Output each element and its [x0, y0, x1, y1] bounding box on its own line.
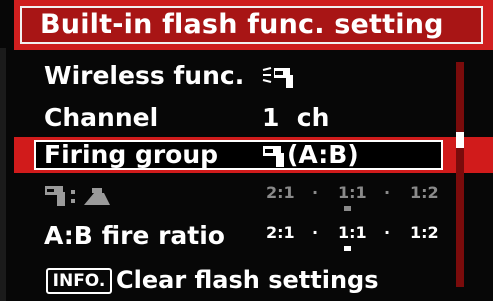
menu-item-firing-group[interactable]: Firing group (A:B) [0, 137, 493, 173]
menu-item-ab-ratio[interactable]: A:B fire ratio 2:1 · 1:1 · 1:2 [0, 218, 493, 254]
ab-ratio-left: 2:1 [266, 223, 295, 242]
camera-menu-screen: Built-in flash func. setting Wireless fu… [0, 0, 493, 301]
firing-group-label: Firing group [44, 140, 219, 169]
ab-ratio-mid: 1:1 [338, 223, 367, 242]
wireless-label: Wireless func. [44, 61, 245, 90]
scrollbar-thumb[interactable] [456, 132, 464, 148]
builtin-ratio-dot-1: · [312, 183, 319, 202]
channel-label: Channel [44, 103, 159, 132]
ab-ratio-scale[interactable]: 2:1 · 1:1 · 1:2 [262, 224, 442, 254]
builtin-ratio-right: 1:2 [410, 183, 439, 202]
builtin-ratio-marker [344, 206, 351, 211]
ab-ratio-label: A:B fire ratio [44, 221, 225, 250]
builtin-ratio-dot-2: · [384, 183, 391, 202]
channel-value: 1 ch [262, 103, 330, 132]
info-button[interactable]: INFO. [46, 268, 112, 294]
builtin-ratio-scale: 2:1 · 1:1 · 1:2 [262, 184, 442, 214]
info-hint-text: Clear flash settings [116, 266, 379, 294]
menu-item-wireless[interactable]: Wireless func. [0, 58, 493, 94]
wireless-flash-icon [262, 67, 293, 88]
ab-ratio-marker [344, 246, 351, 251]
firing-group-value: (A:B) [287, 140, 359, 169]
scrollbar-track[interactable] [456, 62, 464, 287]
builtin-ratio-left: 2:1 [266, 183, 295, 202]
builtin-ratio-mid: 1:1 [338, 183, 367, 202]
menu-item-channel[interactable]: Channel 1 ch [0, 100, 493, 136]
menu-title: Built-in flash func. setting [40, 9, 444, 40]
ab-ratio-dot-1: · [312, 223, 319, 242]
builtin-flash-to-external-flash-icon [45, 186, 110, 206]
menu-item-builtin-ratio: 2:1 · 1:1 · 1:2 [0, 178, 493, 214]
ab-ratio-right: 1:2 [410, 223, 439, 242]
flash-unit-icon [263, 146, 284, 167]
ab-ratio-dot-2: · [384, 223, 391, 242]
